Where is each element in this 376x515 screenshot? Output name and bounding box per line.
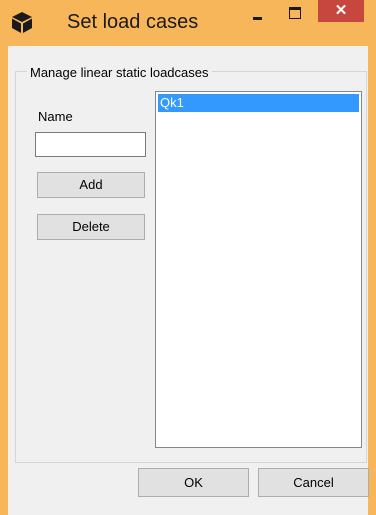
delete-button[interactable]: Delete <box>37 214 145 240</box>
add-button[interactable]: Add <box>37 172 145 198</box>
close-icon: ✕ <box>334 2 348 19</box>
ok-button[interactable]: OK <box>138 468 249 497</box>
minimize-button[interactable] <box>242 2 272 28</box>
title-bar[interactable]: Set load cases ✕ <box>0 0 376 46</box>
minimize-icon <box>253 17 262 20</box>
groupbox-label: Manage linear static loadcases <box>27 66 212 80</box>
dialog-window: Set load cases ✕ Manage linear static lo… <box>0 0 376 515</box>
name-label: Name <box>38 109 73 124</box>
maximize-icon <box>289 7 301 19</box>
close-button[interactable]: ✕ <box>318 0 364 22</box>
maximize-button[interactable] <box>281 2 311 28</box>
name-input[interactable] <box>35 132 146 157</box>
dialog-client-area: Manage linear static loadcases Name Add … <box>8 46 369 515</box>
cube-icon <box>10 10 34 34</box>
window-title: Set load cases <box>67 11 199 33</box>
loadcases-listbox[interactable]: Qk1 <box>155 91 362 448</box>
cancel-button[interactable]: Cancel <box>258 468 369 497</box>
list-item-selected[interactable]: Qk1 <box>158 94 359 112</box>
